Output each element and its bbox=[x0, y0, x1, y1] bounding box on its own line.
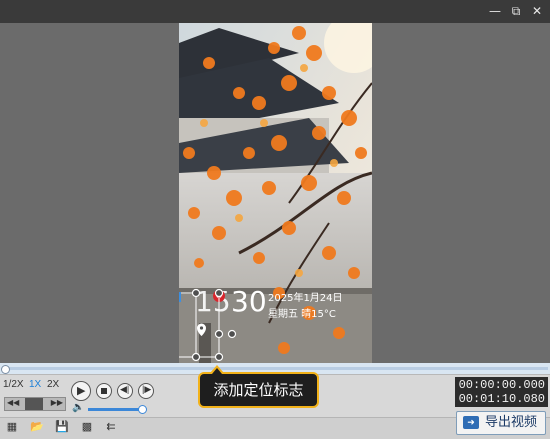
open-folder-icon[interactable]: 📂 bbox=[30, 421, 44, 433]
speed-half[interactable]: 1/2X bbox=[3, 379, 24, 390]
export-label: 导出视频 bbox=[485, 415, 538, 430]
location-pin-icon bbox=[197, 323, 206, 336]
slow-icon: ◀◀ bbox=[7, 398, 20, 407]
next-icon: |▶ bbox=[142, 384, 152, 394]
save-as-icon[interactable]: ▩ bbox=[80, 421, 94, 433]
play-button[interactable]: ▶ bbox=[71, 381, 91, 401]
volume-icon[interactable]: 🔈 bbox=[72, 402, 84, 413]
time-display: 00:00:00.000 00:01:10.080 bbox=[455, 377, 548, 407]
selection-frame[interactable] bbox=[179, 23, 372, 363]
total-time: 00:01:10.080 bbox=[458, 392, 545, 406]
timeline-handle[interactable] bbox=[1, 365, 10, 374]
current-time: 00:00:00.000 bbox=[458, 378, 545, 392]
speed-double[interactable]: 2X bbox=[47, 379, 59, 390]
next-frame-button[interactable]: |▶ bbox=[138, 383, 154, 399]
export-video-button[interactable]: ➜ 导出视频 bbox=[456, 411, 546, 435]
stop-icon bbox=[101, 388, 107, 394]
share-icon[interactable]: ⇇ bbox=[104, 421, 118, 433]
stop-button[interactable] bbox=[96, 383, 112, 399]
fast-icon: ▶▶ bbox=[50, 398, 63, 407]
speed-thumb[interactable] bbox=[25, 398, 43, 410]
new-project-icon[interactable]: ▦ bbox=[5, 421, 19, 433]
timeline-track bbox=[4, 367, 548, 370]
previous-icon: ◀| bbox=[120, 384, 130, 394]
close-icon[interactable]: ✕ bbox=[529, 4, 545, 18]
minimize-icon[interactable]: — bbox=[487, 4, 503, 18]
speed-slider[interactable]: ◀◀ ▶▶ bbox=[4, 397, 66, 411]
volume-slider[interactable] bbox=[88, 405, 147, 414]
speed-normal[interactable]: 1X bbox=[29, 379, 41, 390]
export-icon: ➜ bbox=[463, 416, 479, 429]
video-preview[interactable]: 15 30 ✖ 2025年1月24日 星期五 晴15°C bbox=[179, 23, 372, 363]
save-icon[interactable]: 💾 bbox=[55, 421, 69, 433]
add-location-tooltip: 添加定位标志 bbox=[198, 365, 319, 408]
title-bar: — ⧉ ✕ bbox=[0, 0, 550, 23]
restore-icon[interactable]: ⧉ bbox=[508, 4, 524, 18]
play-icon: ▶ bbox=[77, 385, 86, 397]
volume-thumb[interactable] bbox=[138, 405, 147, 414]
previous-frame-button[interactable]: ◀| bbox=[117, 383, 133, 399]
